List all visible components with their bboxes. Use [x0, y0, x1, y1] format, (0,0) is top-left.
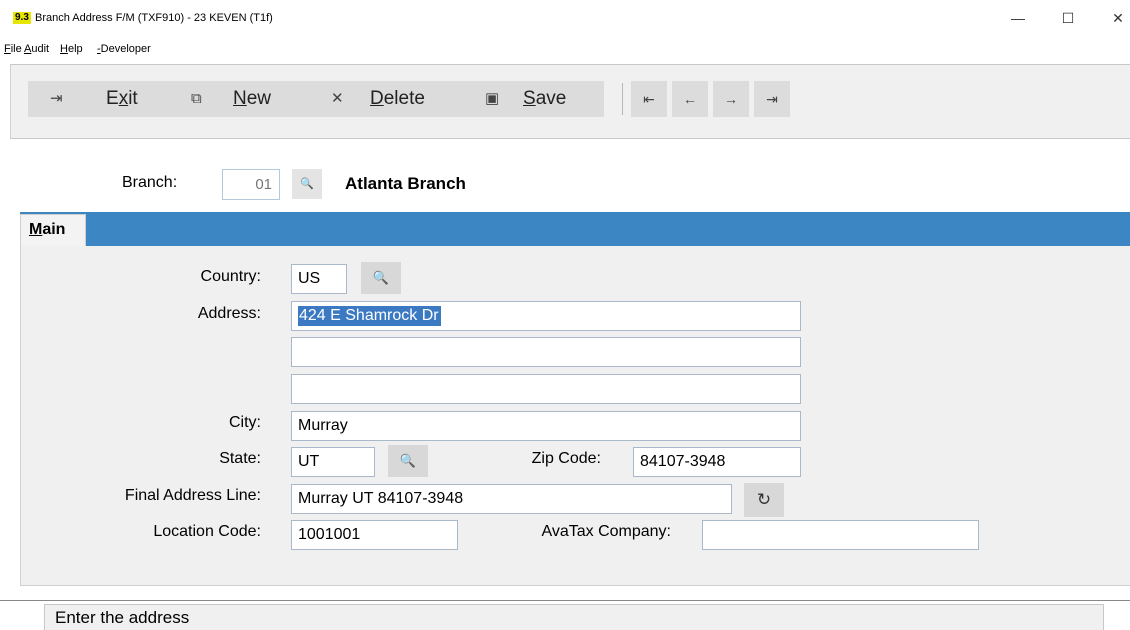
exit-button[interactable]: ⇥ Exit [28, 81, 172, 117]
branch-search-icon[interactable]: 🔍 [292, 169, 322, 199]
maximize-icon[interactable]: ☐ [1056, 8, 1080, 28]
menu-audit[interactable]: Audit [24, 42, 49, 56]
menu-developer[interactable]: -Developer [97, 42, 151, 56]
exit-label: Exit [106, 88, 138, 109]
state-field[interactable]: UT [291, 447, 375, 477]
zip-code-field[interactable]: 84107-3948 [633, 447, 801, 477]
final-address-line-label: Final Address Line: [124, 487, 261, 504]
address-line3-field[interactable] [291, 374, 801, 404]
menu-help[interactable]: Help [60, 42, 83, 56]
status-bar: Enter the address [44, 604, 1104, 630]
tab-main[interactable]: Main [20, 214, 86, 246]
state-search-icon[interactable]: 🔍 [388, 445, 428, 477]
country-field[interactable]: US [291, 264, 347, 294]
new-button[interactable]: ⧉ New [171, 81, 318, 117]
address-line2-field[interactable] [291, 337, 801, 367]
location-code-label: Location Code: [153, 523, 261, 540]
toolbar-separator [622, 83, 623, 115]
tab-strip: Main [20, 212, 1130, 246]
state-label: State: [219, 450, 261, 467]
title-bar: 9.3 Branch Address F/M (TXF910) - 23 KEV… [0, 0, 1130, 38]
delete-icon: ✕ [331, 90, 344, 107]
save-label: Save [523, 88, 567, 109]
delete-label: Delete [370, 88, 425, 109]
window-title: Branch Address F/M (TXF910) - 23 KEVEN (… [35, 12, 273, 24]
close-icon[interactable]: ✕ [1106, 8, 1130, 28]
status-separator [0, 600, 1130, 601]
menu-bar: File Audit Help -Developer [0, 40, 1130, 58]
previous-record-icon[interactable]: ← [672, 81, 708, 117]
last-record-icon[interactable]: ⇥ [754, 81, 790, 117]
first-record-icon[interactable]: ⇤ [631, 81, 667, 117]
city-field[interactable]: Murray [291, 411, 801, 441]
address-label: Address: [197, 305, 261, 322]
save-button[interactable]: ▣ Save [471, 81, 604, 117]
branch-code-field[interactable]: 01 [222, 169, 280, 200]
main-form-panel: Country: US 🔍 Address: 424 E Shamrock Dr… [20, 246, 1130, 586]
address-line1-field[interactable]: 424 E Shamrock Dr [291, 301, 801, 331]
exit-icon: ⇥ [50, 90, 63, 107]
new-document-icon: ⧉ [191, 90, 202, 107]
zip-code-label: Zip Code: [531, 450, 601, 467]
minimize-icon[interactable]: — [1006, 8, 1030, 28]
country-label: Country: [200, 268, 261, 285]
location-code-field[interactable]: 1001001 [291, 520, 458, 550]
save-icon: ▣ [485, 90, 500, 107]
country-search-icon[interactable]: 🔍 [361, 262, 401, 294]
refresh-icon[interactable]: ↻ [744, 483, 784, 517]
app-version-badge: 9.3 [13, 12, 31, 24]
avatax-company-label: AvaTax Company: [541, 523, 671, 540]
branch-name: Atlanta Branch [345, 174, 466, 193]
delete-button[interactable]: ✕ Delete [318, 81, 471, 117]
toolbar: ⇥ Exit ⧉ New ✕ Delete ▣ Save ⇤ ← → ⇥ [10, 64, 1130, 139]
next-record-icon[interactable]: → [713, 81, 749, 117]
menu-file[interactable]: File [4, 42, 22, 56]
new-label: New [233, 88, 272, 109]
final-address-line-field[interactable]: Murray UT 84107-3948 [291, 484, 732, 514]
city-label: City: [229, 414, 261, 431]
avatax-company-field[interactable] [702, 520, 979, 550]
branch-label: Branch: [122, 174, 178, 191]
